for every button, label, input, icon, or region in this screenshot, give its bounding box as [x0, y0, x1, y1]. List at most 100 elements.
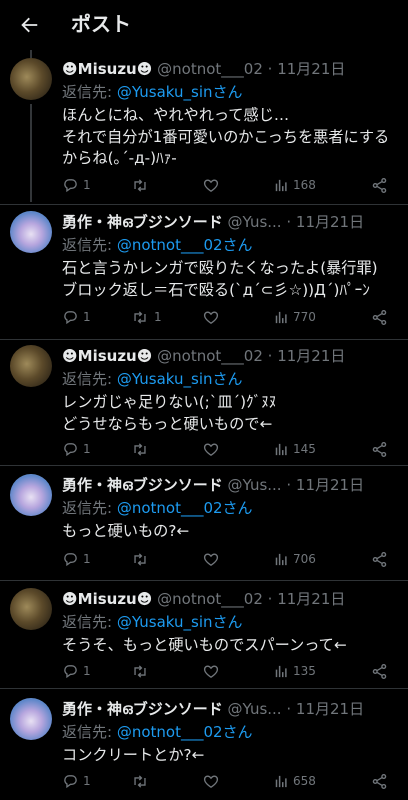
- user-handle[interactable]: @Yus...: [228, 476, 282, 494]
- heart-icon: [203, 775, 219, 788]
- reply-button[interactable]: 1: [62, 439, 130, 459]
- post-date[interactable]: 11月21日: [296, 213, 364, 231]
- reply-button[interactable]: 1: [62, 307, 130, 327]
- reply-prefix: 返信先:: [62, 370, 113, 388]
- retweet-button[interactable]: [130, 771, 202, 791]
- share-icon: [372, 177, 387, 193]
- reply-to-link[interactable]: @Yusaku_sinさん: [117, 83, 243, 101]
- post-date[interactable]: 11月21日: [296, 700, 364, 718]
- user-handle[interactable]: @notnot___02: [157, 590, 263, 608]
- display-name[interactable]: ☻Misuzu☻: [62, 347, 152, 365]
- post-date[interactable]: 11月21日: [296, 476, 364, 494]
- reply-to-link[interactable]: @notnot___02さん: [117, 236, 253, 254]
- view-count: 145: [293, 442, 316, 456]
- share-button[interactable]: [371, 549, 388, 569]
- reply-context: 返信先: @notnot___02さん: [62, 234, 253, 256]
- reply-to-link[interactable]: @notnot___02さん: [117, 499, 253, 517]
- reply-button[interactable]: 1: [62, 549, 130, 569]
- views-chart-icon: [275, 443, 287, 455]
- tweet-actions: 1 135: [62, 661, 400, 681]
- like-button[interactable]: [202, 307, 274, 327]
- retweet-button[interactable]: [130, 175, 202, 195]
- retweet-icon: [134, 310, 146, 324]
- heart-icon: [203, 179, 219, 192]
- post-date[interactable]: 11月21日: [277, 590, 345, 608]
- like-button[interactable]: [202, 549, 274, 569]
- tweet-actions: 1 1 770: [62, 307, 400, 327]
- tweet-header: ☻Misuzu☻ @notnot___02 · 11月21日: [62, 58, 400, 80]
- post-date[interactable]: 11月21日: [277, 60, 345, 78]
- like-button[interactable]: [202, 771, 274, 791]
- share-button[interactable]: [371, 771, 388, 791]
- separator-dot: ·: [267, 347, 273, 365]
- views-button[interactable]: 168: [274, 175, 344, 195]
- reply-prefix: 返信先:: [62, 236, 113, 254]
- like-button[interactable]: [202, 661, 274, 681]
- tweet[interactable]: ☻Misuzu☻ @notnot___02 · 11月21日 返信先: @Yus…: [0, 345, 408, 466]
- avatar[interactable]: [10, 474, 52, 516]
- avatar[interactable]: [10, 588, 52, 630]
- user-handle[interactable]: @Yus...: [228, 700, 282, 718]
- tweet[interactable]: 勇作・神ഒブジンソード @Yus... · 11月21日 返信先: @notno…: [0, 211, 408, 340]
- user-handle[interactable]: @Yus...: [228, 213, 282, 231]
- share-button[interactable]: [371, 661, 388, 681]
- share-button[interactable]: [371, 439, 388, 459]
- display-name[interactable]: 勇作・神ഒブジンソード: [62, 213, 223, 231]
- view-count: 168: [293, 178, 316, 192]
- avatar[interactable]: [10, 211, 52, 253]
- user-handle[interactable]: @notnot___02: [157, 347, 263, 365]
- post-date[interactable]: 11月21日: [277, 347, 345, 365]
- tweet[interactable]: 勇作・神ഒブジンソード @Yus... · 11月21日 返信先: @notno…: [0, 698, 408, 800]
- reply-button[interactable]: 1: [62, 175, 130, 195]
- tweet-header: ☻Misuzu☻ @notnot___02 · 11月21日: [62, 345, 400, 367]
- tweet[interactable]: ☻Misuzu☻ @notnot___02 · 11月21日 返信先: @Yus…: [0, 58, 408, 205]
- retweet-button[interactable]: 1: [130, 307, 202, 327]
- like-button[interactable]: [202, 439, 274, 459]
- reply-button[interactable]: 1: [62, 661, 130, 681]
- share-button[interactable]: [371, 175, 388, 195]
- views-chart-icon: [275, 311, 287, 323]
- views-button[interactable]: 770: [274, 307, 344, 327]
- views-button[interactable]: 706: [274, 549, 344, 569]
- tweet[interactable]: 勇作・神ഒブジンソード @Yus... · 11月21日 返信先: @notno…: [0, 474, 408, 581]
- reply-count: 1: [83, 552, 91, 566]
- tweet-text: もっと硬いもの?←: [62, 522, 190, 540]
- views-button[interactable]: 145: [274, 439, 344, 459]
- reply-context: 返信先: @Yusaku_sinさん: [62, 368, 243, 390]
- display-name[interactable]: 勇作・神ഒブジンソード: [62, 476, 223, 494]
- reply-prefix: 返信先:: [62, 83, 113, 101]
- views-button[interactable]: 658: [274, 771, 344, 791]
- user-handle[interactable]: @notnot___02: [157, 60, 263, 78]
- reply-count: 1: [83, 310, 91, 324]
- display-name[interactable]: 勇作・神ഒブジンソード: [62, 700, 223, 718]
- reply-to-link[interactable]: @notnot___02さん: [117, 723, 253, 741]
- share-icon: [372, 663, 387, 679]
- back-button[interactable]: [14, 10, 44, 40]
- display-name[interactable]: ☻Misuzu☻: [62, 60, 152, 78]
- retweet-button[interactable]: [130, 661, 202, 681]
- views-button[interactable]: 135: [274, 661, 344, 681]
- reply-context: 返信先: @notnot___02さん: [62, 721, 253, 743]
- views-chart-icon: [275, 179, 287, 191]
- share-button[interactable]: [371, 307, 388, 327]
- retweet-button[interactable]: [130, 549, 202, 569]
- reply-count: 1: [83, 178, 91, 192]
- separator-dot: ·: [286, 213, 292, 231]
- retweet-button[interactable]: [130, 439, 202, 459]
- separator-dot: ·: [286, 700, 292, 718]
- avatar[interactable]: [10, 698, 52, 740]
- like-button[interactable]: [202, 175, 274, 195]
- reply-to-link[interactable]: @Yusaku_sinさん: [117, 613, 243, 631]
- share-icon: [372, 309, 387, 325]
- tweet-header: ☻Misuzu☻ @notnot___02 · 11月21日: [62, 588, 400, 610]
- tweet[interactable]: ☻Misuzu☻ @notnot___02 · 11月21日 返信先: @Yus…: [0, 588, 408, 689]
- reply-button[interactable]: 1: [62, 771, 130, 791]
- avatar[interactable]: [10, 58, 52, 100]
- avatar[interactable]: [10, 345, 52, 387]
- tweet-text: 石と言うかレンガで殴りたくなったよ(暴行罪) ブロック返し＝石で殴る(`д´⊂彡…: [62, 259, 378, 299]
- reply-context: 返信先: @Yusaku_sinさん: [62, 611, 243, 633]
- retweet-icon: [134, 774, 146, 788]
- tweet-header: 勇作・神ഒブジンソード @Yus... · 11月21日: [62, 474, 400, 496]
- display-name[interactable]: ☻Misuzu☻: [62, 590, 152, 608]
- reply-to-link[interactable]: @Yusaku_sinさん: [117, 370, 243, 388]
